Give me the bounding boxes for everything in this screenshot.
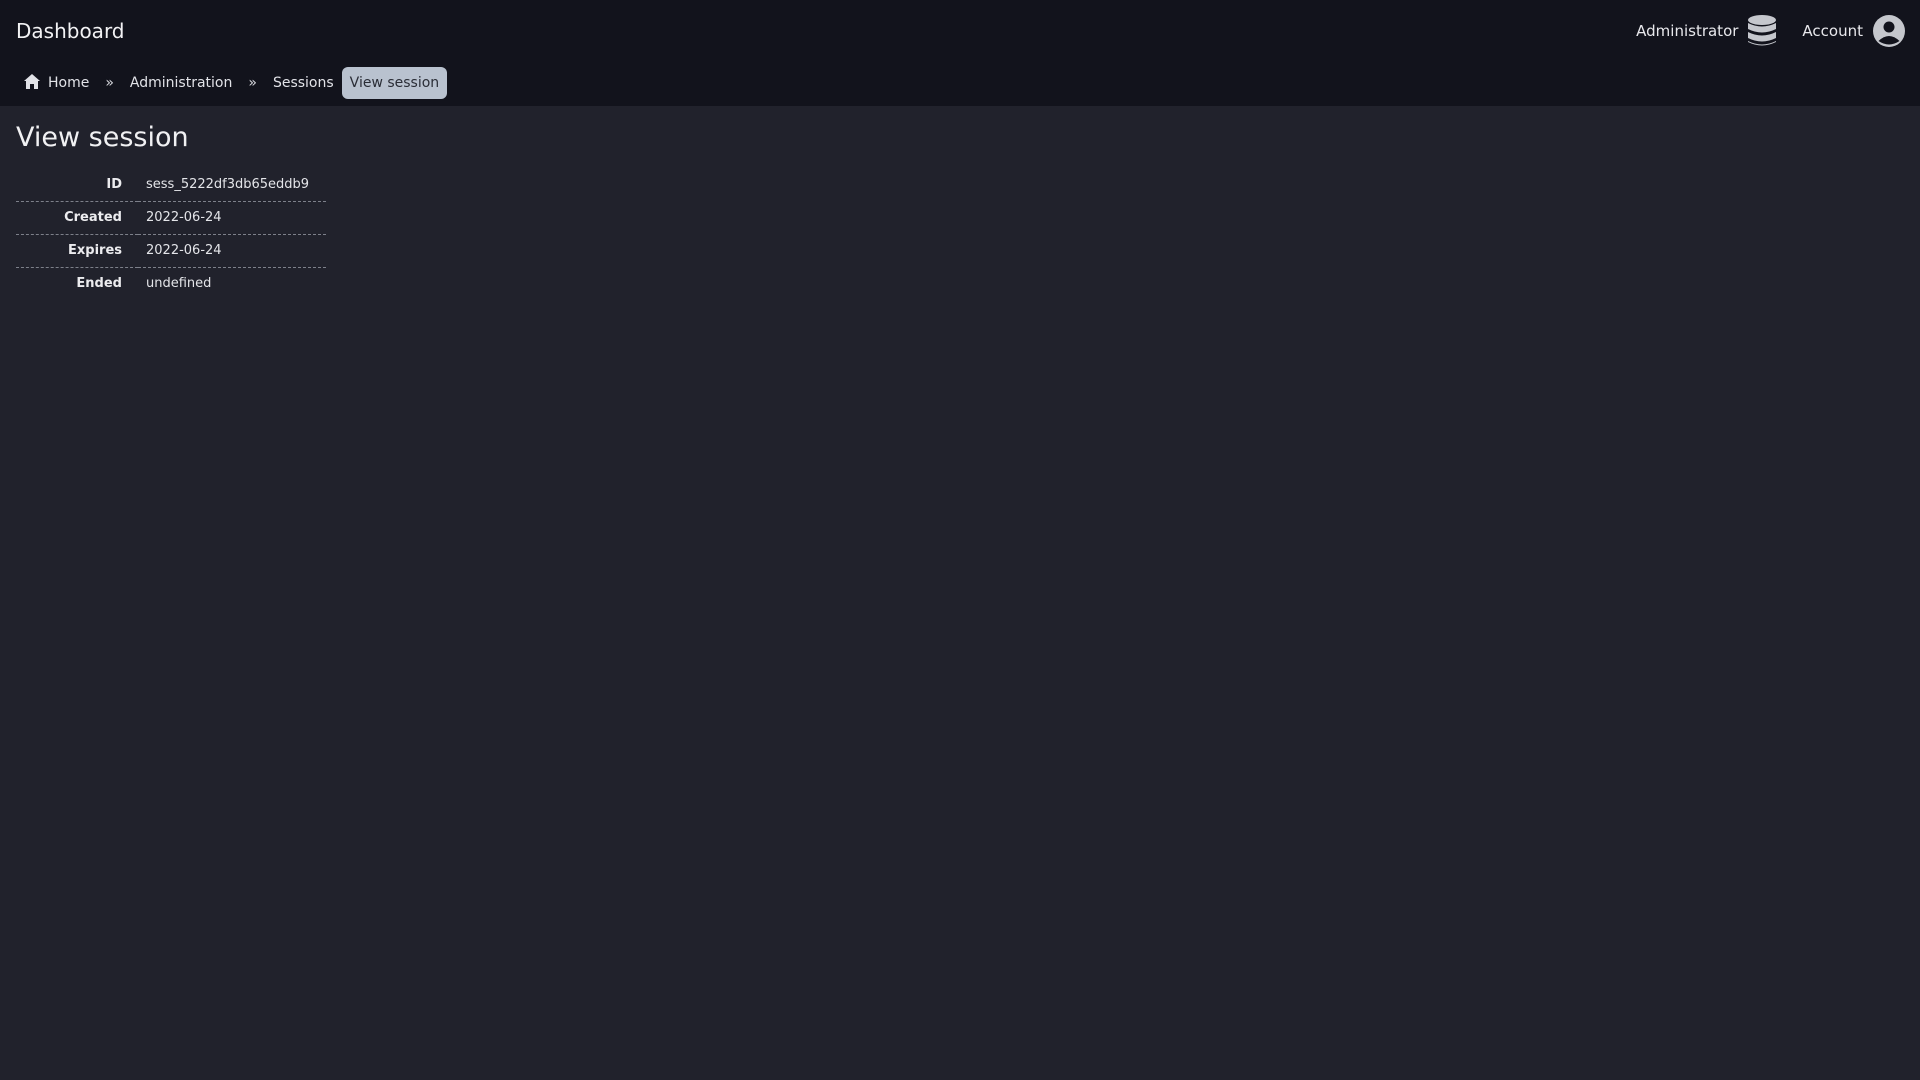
detail-label: Expires [16, 234, 138, 268]
administrator-menu[interactable]: Administrator [1636, 14, 1777, 48]
detail-row-ended: Ended undefined [16, 267, 326, 300]
breadcrumb-administration[interactable]: Administration [130, 75, 232, 91]
detail-value: 2022-06-24 [138, 201, 326, 235]
account-menu[interactable]: Account [1802, 14, 1906, 48]
breadcrumb: Home » Administration » Sessions View se… [24, 67, 448, 99]
account-label: Account [1802, 22, 1863, 40]
detail-value: undefined [138, 267, 326, 300]
detail-label: Created [16, 201, 138, 235]
detail-label: Ended [16, 267, 138, 300]
breadcrumb-separator: » [248, 75, 257, 91]
database-icon [1747, 14, 1777, 48]
breadcrumb-home-label: Home [48, 75, 90, 91]
top-navbar: Dashboard Administrator Account Home » A… [0, 0, 1920, 106]
detail-value: 2022-06-24 [138, 234, 326, 268]
detail-row-created: Created 2022-06-24 [16, 201, 326, 235]
brand-link[interactable]: Dashboard [16, 18, 125, 44]
detail-row-id: ID sess_5222df3db65eddb9 [16, 169, 326, 202]
breadcrumb-separator: » [105, 75, 114, 91]
top-right-menu: Administrator Account [1611, 14, 1906, 48]
user-circle-icon [1872, 14, 1906, 48]
administrator-label: Administrator [1636, 22, 1739, 40]
breadcrumb-current: View session [341, 67, 448, 99]
session-details-table: ID sess_5222df3db65eddb9 Created 2022-06… [16, 169, 326, 300]
detail-label: ID [106, 177, 122, 192]
breadcrumb-sessions[interactable]: Sessions [273, 75, 334, 91]
breadcrumb-home[interactable]: Home [24, 73, 90, 93]
detail-value: sess_5222df3db65eddb9 [146, 177, 310, 192]
detail-row-expires: Expires 2022-06-24 [16, 234, 326, 268]
home-icon [24, 73, 48, 93]
page-title: View session [16, 122, 189, 153]
